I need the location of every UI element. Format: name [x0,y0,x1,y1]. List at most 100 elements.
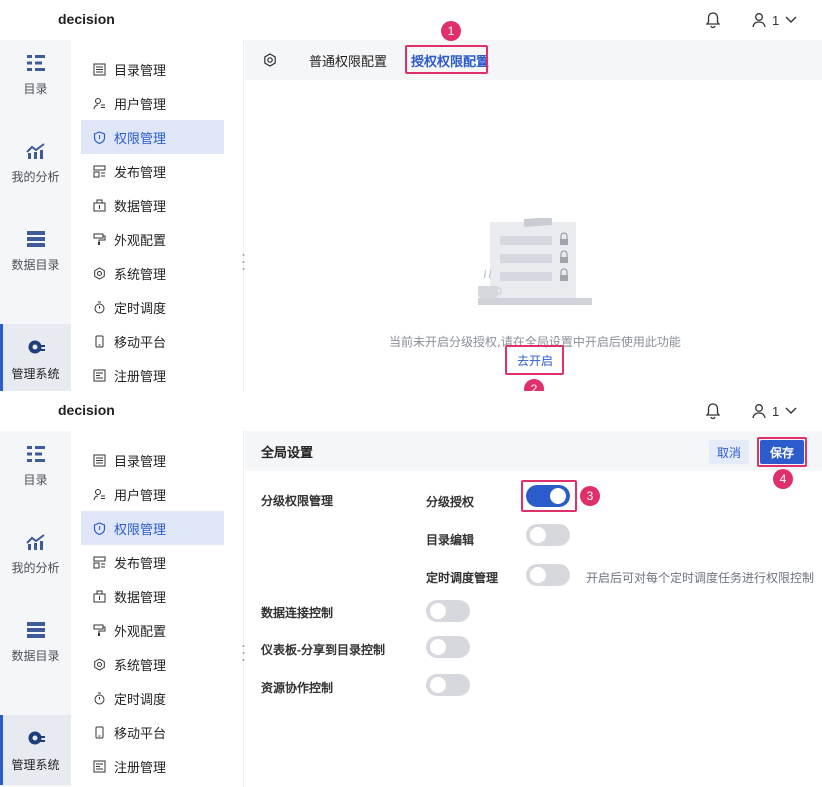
menu-item-data-mgmt[interactable]: 数据管理 [81,188,224,222]
menu-item-data-mgmt[interactable]: 数据管理 [81,579,224,613]
setting-label-data-connection: 数据连接控制 [261,606,334,620]
chevron-down-icon [785,16,797,23]
setting-label-scheduler-mgmt: 定时调度管理 [426,571,499,585]
rail-item-catalog[interactable]: 目录 [0,40,71,110]
cancel-button[interactable]: 取消 [709,440,749,464]
top-header: decision 1 [0,0,822,40]
settings-gear-icon[interactable] [263,53,277,67]
rail-label: 我的分析 [11,560,60,575]
setting-label-dashboard-share: 仪表板-分享到目录控制 [261,643,385,657]
register-icon [93,760,106,772]
brand-logo-text: decision [58,402,115,418]
user-name: 1 [772,12,780,28]
data-box-icon [93,590,106,602]
shield-icon [93,521,106,535]
bell-icon[interactable] [705,402,721,420]
rail-item-admin[interactable]: 管理系统 [0,715,71,785]
bottom-screen: decision 1 目录 我的分析 数据目录 管理系统 目录管理 用户管理 权… [0,391,822,787]
user-list-icon [93,488,105,500]
nav-rail: 目录 我的分析 数据目录 管理系统 [0,431,71,787]
rail-label: 目录 [23,472,48,487]
settings-icon [94,657,105,671]
menu-item-user-mgmt[interactable]: 用户管理 [81,477,224,511]
user-menu[interactable]: 1 [752,402,797,420]
user-name: 1 [772,403,780,419]
menu-item-registration[interactable]: 注册管理 [81,749,224,783]
highlight-grading-toggle [521,480,577,512]
data-connection-toggle[interactable] [426,600,470,622]
bottom-header: decision 1 [0,391,822,431]
data-box-icon [93,199,106,211]
menu-item-mobile[interactable]: 移动平台 [81,324,224,358]
rail-label: 目录 [23,81,48,96]
toggle-knob [530,567,546,583]
menu-item-permission-mgmt[interactable]: 权限管理 [81,511,224,545]
highlight-save-button [757,437,807,467]
rail-item-data-catalog[interactable]: 数据目录 [0,216,71,286]
rail-label: 管理系统 [11,366,60,381]
setting-label-catalog-edit: 目录编辑 [426,533,475,547]
mobile-icon [95,335,104,347]
top-screen: decision 1 目录 我的分析 数据目录 管理系统 目录管理 用户管理 权… [0,0,822,391]
rail-item-catalog[interactable]: 目录 [0,431,71,501]
timer-icon [94,301,105,313]
resource-collab-toggle[interactable] [426,674,470,696]
tab-normal-permission[interactable]: 普通权限配置 [309,51,387,70]
rail-item-admin[interactable]: 管理系统 [0,324,71,391]
paint-roller-icon [93,233,106,245]
catalog-edit-toggle[interactable] [526,524,570,546]
menu-item-catalog-mgmt[interactable]: 目录管理 [81,443,224,477]
highlight-enable-link [505,345,564,375]
publish-icon [93,556,106,568]
menu-item-user-mgmt[interactable]: 用户管理 [81,86,224,120]
rail-item-my-analysis[interactable]: 我的分析 [0,519,71,589]
timer-icon [94,692,105,704]
rail-item-my-analysis[interactable]: 我的分析 [0,128,71,198]
dashboard-share-toggle[interactable] [426,636,470,658]
menu-item-catalog-mgmt[interactable]: 目录管理 [81,52,224,86]
side-menu: 目录管理 用户管理 权限管理 发布管理 数据管理 外观配置 系统管理 定时调度 … [71,40,244,391]
database-icon [26,621,45,638]
menu-item-appearance[interactable]: 外观配置 [81,613,224,647]
menu-item-publish-mgmt[interactable]: 发布管理 [81,545,224,579]
step-badge-4: 4 [773,469,793,489]
gear-icon [28,340,45,353]
rail-label: 数据目录 [11,648,60,663]
bell-icon[interactable] [705,11,721,29]
menu-item-mobile[interactable]: 移动平台 [81,715,224,749]
menu-item-system-mgmt[interactable]: 系统管理 [81,256,224,290]
scheduler-mgmt-toggle[interactable] [526,564,570,586]
rail-item-data-catalog[interactable]: 数据目录 [0,607,71,677]
menu-item-system-mgmt[interactable]: 系统管理 [81,647,224,681]
toggle-knob [430,677,446,693]
user-icon [752,404,766,419]
user-icon [752,13,766,28]
chart-icon [25,533,45,550]
toggle-knob [430,639,446,655]
side-menu: 目录管理 用户管理 权限管理 发布管理 数据管理 外观配置 系统管理 定时调度 … [71,431,244,787]
menu-item-registration[interactable]: 注册管理 [81,358,224,391]
user-menu[interactable]: 1 [752,11,797,29]
gear-icon [28,731,45,744]
user-list-icon [93,97,105,109]
rail-label: 数据目录 [11,257,60,272]
publish-icon [93,165,106,177]
global-settings-title: 全局设置 [261,445,314,460]
menu-item-scheduler[interactable]: 定时调度 [81,681,224,715]
menu-item-publish-mgmt[interactable]: 发布管理 [81,154,224,188]
menu-item-scheduler[interactable]: 定时调度 [81,290,224,324]
chevron-down-icon [785,407,797,414]
permission-tabs-bar: 普通权限配置 授权权限配置 [245,40,822,80]
list-icon [93,63,106,75]
brand-logo-text: decision [58,11,115,27]
empty-state-illustration [478,218,592,305]
shield-icon [93,130,106,144]
menu-item-appearance[interactable]: 外观配置 [81,222,224,256]
nav-rail: 目录 我的分析 数据目录 管理系统 [0,40,71,391]
database-icon [26,230,45,247]
catalog-icon [26,54,45,71]
menu-item-permission-mgmt[interactable]: 权限管理 [81,120,224,154]
rail-label: 我的分析 [11,169,60,184]
register-icon [93,369,106,381]
step-badge-3: 3 [580,486,600,506]
